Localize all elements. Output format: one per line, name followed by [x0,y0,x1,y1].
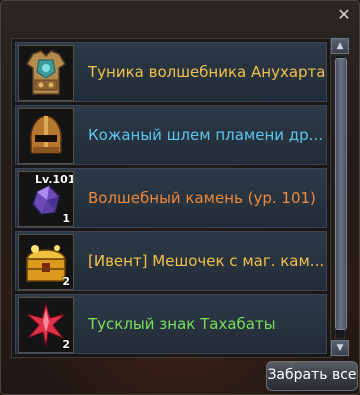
list-item[interactable]: 2 [Ивент] Мешочек с маг. кам... [15,231,327,291]
list-item[interactable]: Туника волшебника Анухарта [15,42,327,102]
scroll-up-icon[interactable]: ▲ [331,38,349,54]
item-quantity: 2 [62,338,70,351]
scrollbar[interactable]: ▲ ▼ [331,38,349,356]
scroll-thumb[interactable] [335,58,347,330]
item-quantity: 1 [62,212,70,225]
list-item[interactable]: Lv.101 1 Волшебный камень (ур. 101) [15,168,327,228]
list-item[interactable]: Кожаный шлем пламени др... [15,105,327,165]
helmet-icon [18,108,74,164]
tunic-icon [18,45,74,101]
close-icon[interactable]: ✕ [335,6,353,24]
scroll-down-icon[interactable]: ▼ [331,340,349,356]
item-name: Кожаный шлем пламени др... [88,126,323,144]
item-level-label: Lv.101 [35,173,74,186]
take-all-button[interactable]: Забрать все [266,361,358,391]
item-name: Тусклый знак Тахабаты [88,315,276,333]
item-name: [Ивент] Мешочек с маг. кам... [88,252,324,270]
item-name: Туника волшебника Анухарта [88,63,324,81]
item-name: Волшебный камень (ур. 101) [88,189,316,207]
item-quantity: 2 [62,275,70,288]
item-list: Туника волшебника Анухарта Кожаный шлем … [11,38,331,358]
red-crystal-icon: 2 [18,297,74,353]
magic-stone-icon: Lv.101 1 [18,171,74,227]
treasure-chest-icon: 2 [18,234,74,290]
loot-window: ✕ Туника волшебника Анухарта Кожаный шле… [0,0,360,395]
list-item[interactable]: 2 Тусклый знак Тахабаты [15,294,327,354]
